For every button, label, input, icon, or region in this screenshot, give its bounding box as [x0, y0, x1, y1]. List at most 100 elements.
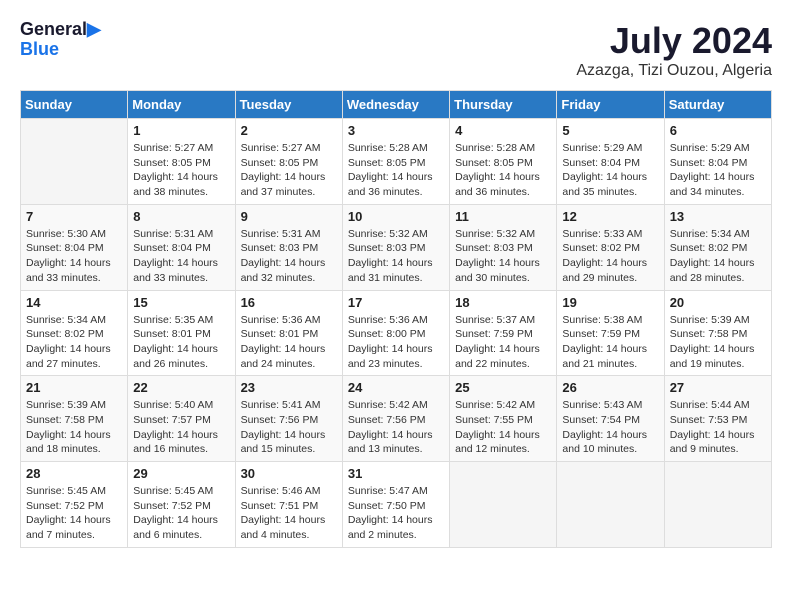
- day-info: Sunrise: 5:42 AM Sunset: 7:56 PM Dayligh…: [348, 398, 444, 457]
- day-number: 27: [670, 380, 766, 395]
- calendar-cell: 1 Sunrise: 5:27 AM Sunset: 8:05 PM Daylig…: [128, 119, 235, 205]
- calendar-body: 1 Sunrise: 5:27 AM Sunset: 8:05 PM Daylig…: [21, 119, 772, 548]
- day-info: Sunrise: 5:29 AM Sunset: 8:04 PM Dayligh…: [670, 141, 766, 200]
- calendar-cell: 2 Sunrise: 5:27 AM Sunset: 8:05 PM Daylig…: [235, 119, 342, 205]
- calendar-cell: 29Sunrise: 5:45 AM Sunset: 7:52 PM Dayli…: [128, 462, 235, 548]
- day-info: Sunrise: 5:35 AM Sunset: 8:01 PM Dayligh…: [133, 313, 229, 372]
- day-info: Sunrise: 5:34 AM Sunset: 8:02 PM Dayligh…: [26, 313, 122, 372]
- day-number: 22: [133, 380, 229, 395]
- day-number: 1: [133, 123, 229, 138]
- day-info: Sunrise: 5:27 AM Sunset: 8:05 PM Dayligh…: [241, 141, 337, 200]
- week-row-4: 21 Sunrise: 5:39 AM Sunset: 7:58 PM Dayli…: [21, 376, 772, 462]
- day-info: Sunrise: 5:44 AM Sunset: 7:53 PM Dayligh…: [670, 398, 766, 457]
- day-number: 17: [348, 295, 444, 310]
- day-number: 16: [241, 295, 337, 310]
- calendar-cell: 13 Sunrise: 5:34 AM Sunset: 8:02 PM Dayli…: [664, 204, 771, 290]
- day-info: Sunrise: 5:39 AM Sunset: 7:58 PM Dayligh…: [26, 398, 122, 457]
- calendar-cell: 31 Sunrise: 5:47 AM Sunset: 7:50 PM Dayli…: [342, 462, 449, 548]
- week-row-5: 28 Sunrise: 5:45 AM Sunset: 7:52 PM Dayli…: [21, 462, 772, 548]
- day-info: Sunrise: 5:36 AM Sunset: 8:01 PM Dayligh…: [241, 313, 337, 372]
- day-info: Sunrise: 5:45 AM Sunset: 7:52 PM Dayligh…: [133, 484, 229, 543]
- day-number: 2: [241, 123, 337, 138]
- header-cell-monday: Monday: [128, 91, 235, 119]
- calendar-cell: 20 Sunrise: 5:39 AM Sunset: 7:58 PM Dayli…: [664, 290, 771, 376]
- calendar-cell: 16 Sunrise: 5:36 AM Sunset: 8:01 PM Dayli…: [235, 290, 342, 376]
- header-cell-thursday: Thursday: [450, 91, 557, 119]
- day-number: 30: [241, 466, 337, 481]
- day-info: Sunrise: 5:47 AM Sunset: 7:50 PM Dayligh…: [348, 484, 444, 543]
- day-number: 25: [455, 380, 551, 395]
- day-number: 9: [241, 209, 337, 224]
- day-number: 31: [348, 466, 444, 481]
- header-cell-tuesday: Tuesday: [235, 91, 342, 119]
- day-info: Sunrise: 5:45 AM Sunset: 7:52 PM Dayligh…: [26, 484, 122, 543]
- day-info: Sunrise: 5:41 AM Sunset: 7:56 PM Dayligh…: [241, 398, 337, 457]
- day-info: Sunrise: 5:33 AM Sunset: 8:02 PM Dayligh…: [562, 227, 658, 286]
- day-number: 4: [455, 123, 551, 138]
- calendar-cell: 3Sunrise: 5:28 AM Sunset: 8:05 PM Daylig…: [342, 119, 449, 205]
- calendar-cell: 7Sunrise: 5:30 AM Sunset: 8:04 PM Daylig…: [21, 204, 128, 290]
- day-number: 21: [26, 380, 122, 395]
- day-number: 23: [241, 380, 337, 395]
- day-info: Sunrise: 5:42 AM Sunset: 7:55 PM Dayligh…: [455, 398, 551, 457]
- day-info: Sunrise: 5:28 AM Sunset: 8:05 PM Dayligh…: [455, 141, 551, 200]
- logo: General▶ Blue: [20, 20, 101, 60]
- day-number: 8: [133, 209, 229, 224]
- day-info: Sunrise: 5:31 AM Sunset: 8:03 PM Dayligh…: [241, 227, 337, 286]
- header-cell-friday: Friday: [557, 91, 664, 119]
- calendar-cell: 26Sunrise: 5:43 AM Sunset: 7:54 PM Dayli…: [557, 376, 664, 462]
- day-number: 28: [26, 466, 122, 481]
- calendar-table: SundayMondayTuesdayWednesdayThursdayFrid…: [20, 90, 772, 548]
- day-number: 20: [670, 295, 766, 310]
- day-info: Sunrise: 5:32 AM Sunset: 8:03 PM Dayligh…: [348, 227, 444, 286]
- calendar-cell: 28 Sunrise: 5:45 AM Sunset: 7:52 PM Dayli…: [21, 462, 128, 548]
- calendar-cell: 8 Sunrise: 5:31 AM Sunset: 8:04 PM Daylig…: [128, 204, 235, 290]
- day-number: 18: [455, 295, 551, 310]
- logo-text: General▶: [20, 20, 101, 40]
- day-info: Sunrise: 5:31 AM Sunset: 8:04 PM Dayligh…: [133, 227, 229, 286]
- day-number: 12: [562, 209, 658, 224]
- day-number: 13: [670, 209, 766, 224]
- header-cell-sunday: Sunday: [21, 91, 128, 119]
- week-row-2: 7Sunrise: 5:30 AM Sunset: 8:04 PM Daylig…: [21, 204, 772, 290]
- calendar-cell: [21, 119, 128, 205]
- calendar-cell: 6 Sunrise: 5:29 AM Sunset: 8:04 PM Daylig…: [664, 119, 771, 205]
- day-number: 7: [26, 209, 122, 224]
- day-number: 6: [670, 123, 766, 138]
- calendar-cell: 15 Sunrise: 5:35 AM Sunset: 8:01 PM Dayli…: [128, 290, 235, 376]
- calendar-cell: 18 Sunrise: 5:37 AM Sunset: 7:59 PM Dayli…: [450, 290, 557, 376]
- day-number: 19: [562, 295, 658, 310]
- day-info: Sunrise: 5:29 AM Sunset: 8:04 PM Dayligh…: [562, 141, 658, 200]
- page-header: General▶ Blue July 2024 Azazga, Tizi Ouz…: [20, 20, 772, 80]
- header-cell-saturday: Saturday: [664, 91, 771, 119]
- day-info: Sunrise: 5:40 AM Sunset: 7:57 PM Dayligh…: [133, 398, 229, 457]
- page-title: July 2024: [576, 20, 772, 62]
- logo-blue: Blue: [20, 40, 101, 60]
- header-row: SundayMondayTuesdayWednesdayThursdayFrid…: [21, 91, 772, 119]
- day-info: Sunrise: 5:34 AM Sunset: 8:02 PM Dayligh…: [670, 227, 766, 286]
- day-number: 11: [455, 209, 551, 224]
- calendar-cell: 9 Sunrise: 5:31 AM Sunset: 8:03 PM Daylig…: [235, 204, 342, 290]
- day-info: Sunrise: 5:27 AM Sunset: 8:05 PM Dayligh…: [133, 141, 229, 200]
- day-info: Sunrise: 5:38 AM Sunset: 7:59 PM Dayligh…: [562, 313, 658, 372]
- calendar-cell: [450, 462, 557, 548]
- calendar-cell: 5 Sunrise: 5:29 AM Sunset: 8:04 PM Daylig…: [557, 119, 664, 205]
- calendar-cell: 10Sunrise: 5:32 AM Sunset: 8:03 PM Dayli…: [342, 204, 449, 290]
- day-info: Sunrise: 5:37 AM Sunset: 7:59 PM Dayligh…: [455, 313, 551, 372]
- calendar-cell: 22 Sunrise: 5:40 AM Sunset: 7:57 PM Dayli…: [128, 376, 235, 462]
- calendar-cell: 14 Sunrise: 5:34 AM Sunset: 8:02 PM Dayli…: [21, 290, 128, 376]
- calendar-cell: 24Sunrise: 5:42 AM Sunset: 7:56 PM Dayli…: [342, 376, 449, 462]
- day-number: 15: [133, 295, 229, 310]
- day-number: 14: [26, 295, 122, 310]
- day-info: Sunrise: 5:46 AM Sunset: 7:51 PM Dayligh…: [241, 484, 337, 543]
- day-number: 5: [562, 123, 658, 138]
- calendar-cell: 30 Sunrise: 5:46 AM Sunset: 7:51 PM Dayli…: [235, 462, 342, 548]
- calendar-header: SundayMondayTuesdayWednesdayThursdayFrid…: [21, 91, 772, 119]
- calendar-cell: 12 Sunrise: 5:33 AM Sunset: 8:02 PM Dayli…: [557, 204, 664, 290]
- calendar-cell: 4 Sunrise: 5:28 AM Sunset: 8:05 PM Daylig…: [450, 119, 557, 205]
- day-number: 26: [562, 380, 658, 395]
- calendar-cell: 23 Sunrise: 5:41 AM Sunset: 7:56 PM Dayli…: [235, 376, 342, 462]
- day-info: Sunrise: 5:39 AM Sunset: 7:58 PM Dayligh…: [670, 313, 766, 372]
- day-info: Sunrise: 5:28 AM Sunset: 8:05 PM Dayligh…: [348, 141, 444, 200]
- calendar-cell: 25 Sunrise: 5:42 AM Sunset: 7:55 PM Dayli…: [450, 376, 557, 462]
